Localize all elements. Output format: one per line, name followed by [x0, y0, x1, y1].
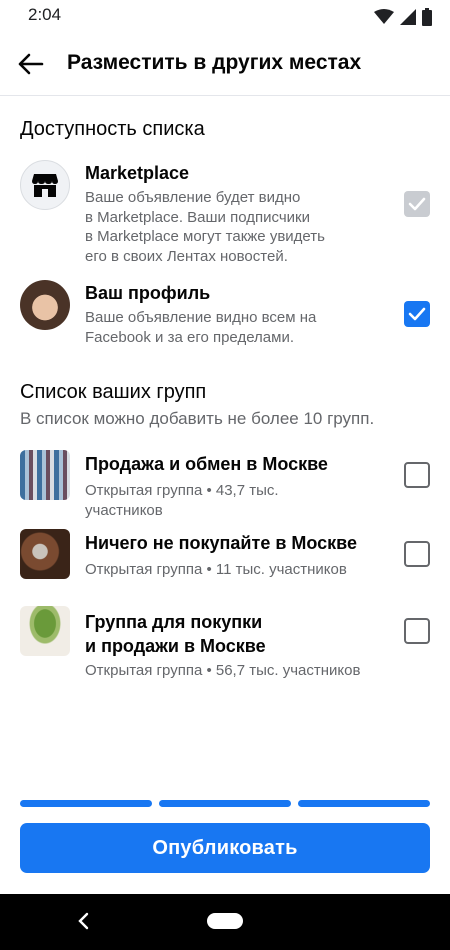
group-row[interactable]: Продажа и обмен в Москве Открытая группа…: [0, 450, 450, 520]
group-thumbnail: [20, 606, 70, 656]
status-time: 2:04: [28, 5, 62, 24]
marketplace-description-line: в Marketplace. Ваши подписчики: [85, 208, 310, 226]
nav-back-icon[interactable]: [76, 910, 90, 932]
group-thumbnail: [20, 450, 70, 500]
group-checkbox[interactable]: [404, 618, 430, 644]
marketplace-description-line: в Marketplace могут также увидеть: [85, 228, 325, 245]
availability-section-title: Доступность списка: [20, 118, 205, 140]
group-title-line: Группа для покупки: [85, 612, 263, 632]
group-meta: Открытая группа • 11 тыс. участников: [85, 560, 347, 580]
profile-row[interactable]: Ваш профиль Ваше объявление видно всем н…: [0, 280, 450, 350]
group-title-line: и продажи в Москве: [85, 636, 266, 656]
status-bar: 2:04: [0, 0, 450, 32]
group-title: Группа для покупки и продажи в Москве: [85, 610, 266, 658]
marketplace-description-line: его в своих Лентах новостей.: [85, 247, 288, 265]
store-icon: [32, 174, 58, 197]
progress-step-3: [298, 800, 430, 807]
wifi-icon: [374, 9, 394, 24]
cellular-icon: [400, 9, 416, 25]
status-icons: [374, 8, 432, 26]
publish-button[interactable]: Опубликовать: [20, 823, 430, 873]
group-title: Ничего не покупайте в Москве: [85, 533, 358, 553]
group-meta-line: участников: [85, 501, 163, 519]
profile-description: Ваше объявление видно всем на Facebook и…: [85, 308, 355, 347]
nav-home-button[interactable]: [207, 913, 243, 929]
checkmark-icon: [408, 197, 426, 211]
marketplace-avatar: [20, 160, 70, 210]
group-meta: Открытая группа • 56,7 тыс. участников: [85, 661, 360, 681]
back-arrow-icon: [18, 53, 44, 75]
profile-title: Ваш профиль: [85, 283, 211, 303]
group-row[interactable]: Ничего не покупайте в Москве Открытая гр…: [0, 529, 450, 589]
groups-subtitle: В список можно добавить не более 10 груп…: [20, 409, 375, 428]
marketplace-description: Ваше объявление будет видно в Marketplac…: [85, 188, 345, 266]
back-button[interactable]: [12, 46, 48, 82]
group-meta-line: Открытая группа • 11 тыс. участников: [85, 561, 347, 578]
group-row[interactable]: Группа для покупки и продажи в Москве От…: [0, 606, 450, 681]
progress-step-1: [20, 800, 152, 807]
battery-icon: [422, 8, 432, 26]
profile-description-line: Facebook и за его пределами.: [85, 328, 294, 346]
marketplace-description-line: Ваше объявление будет видно: [85, 189, 301, 206]
page-title: Разместить в других местах: [67, 51, 362, 74]
profile-avatar: [20, 280, 70, 330]
app-header: Разместить в других местах: [0, 32, 450, 96]
marketplace-title: Marketplace: [85, 163, 190, 183]
profile-checkbox[interactable]: [404, 301, 430, 327]
checkmark-icon: [408, 307, 426, 321]
marketplace-checkbox[interactable]: [404, 191, 430, 217]
profile-description-line: Ваше объявление видно всем на: [85, 309, 317, 326]
group-thumbnail: [20, 529, 70, 579]
group-checkbox[interactable]: [404, 462, 430, 488]
group-meta: Открытая группа • 43,7 тыс. участников: [85, 481, 365, 520]
group-meta-line: Открытая группа • 56,7 тыс. участников: [85, 662, 361, 679]
marketplace-row[interactable]: Marketplace Ваше объявление будет видно …: [0, 160, 450, 270]
group-title: Продажа и обмен в Москве: [85, 454, 328, 474]
progress-step-2: [159, 800, 291, 807]
group-checkbox[interactable]: [404, 541, 430, 567]
group-meta-line: Открытая группа • 43,7 тыс.: [85, 482, 279, 499]
groups-section-title: Список ваших групп: [20, 381, 207, 403]
